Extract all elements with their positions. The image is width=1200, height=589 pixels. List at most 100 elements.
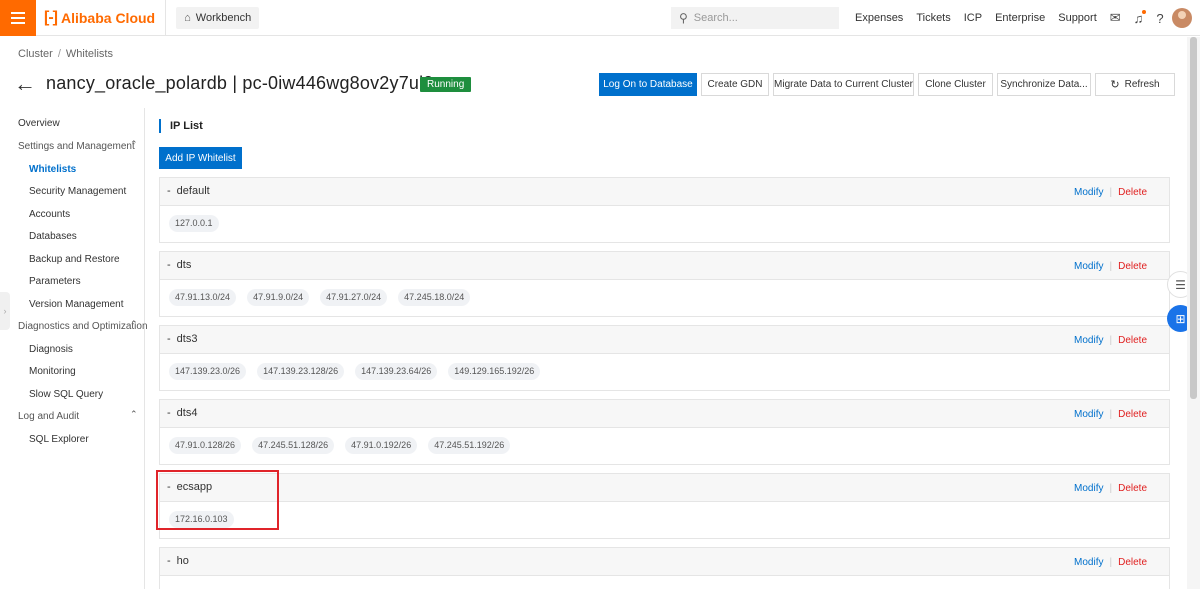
log-on-database-button[interactable]: Log On to Database — [599, 73, 697, 96]
header-actions: Log On to Database Create GDN Migrate Da… — [599, 73, 1179, 96]
ip-tag: 47.91.27.0/24 — [320, 289, 388, 306]
ip-tag: 47.245.51.128/26 — [252, 437, 335, 454]
ip-tag: 47.91.0.192/26 — [345, 437, 418, 454]
ip-tag-list: 47.91.13.0/24 47.91.9.0/24 47.91.27.0/24 47… — [169, 289, 481, 306]
brand-logo[interactable]: [-] Alibaba Cloud — [44, 0, 167, 36]
sidebar-item-slow-sql[interactable]: Slow SQL Query — [29, 389, 103, 400]
group-name[interactable]: - dts3 — [167, 333, 197, 345]
add-ip-whitelist-button[interactable]: Add IP Whitelist — [159, 147, 242, 169]
delete-link[interactable]: Delete — [1118, 335, 1147, 346]
sidebar-item-whitelists[interactable]: Whitelists — [29, 164, 76, 175]
ip-tag-list: 47.91.0.128/26 47.245.51.128/26 47.91.0.19… — [169, 437, 521, 454]
menu-icon[interactable] — [0, 0, 36, 36]
sidebar-group-log[interactable]: Log and Audit — [18, 411, 79, 422]
nav-enterprise[interactable]: Enterprise — [995, 12, 1045, 24]
modify-link[interactable]: Modify — [1074, 557, 1103, 568]
scrollbar-thumb[interactable] — [1190, 37, 1197, 399]
chevron-up-icon[interactable]: ⌃ — [130, 409, 138, 420]
sidebar-item-overview[interactable]: Overview — [18, 118, 60, 129]
breadcrumb-cluster[interactable]: Cluster — [18, 48, 53, 60]
modify-link[interactable]: Modify — [1074, 261, 1103, 272]
delete-link[interactable]: Delete — [1118, 187, 1147, 198]
nav-expenses[interactable]: Expenses — [855, 12, 903, 24]
search-input[interactable]: ⚲ Search... — [671, 7, 839, 29]
sidebar-item-version[interactable]: Version Management — [29, 299, 124, 310]
op-divider: | — [1109, 409, 1113, 420]
group-name-text: dts — [176, 259, 192, 271]
group-name[interactable]: - ecsapp — [167, 481, 212, 493]
group-name[interactable]: - dts4 — [167, 407, 197, 419]
sidebar-collapse-handle[interactable]: › — [0, 292, 10, 330]
chevron-up-icon[interactable]: ⌃ — [130, 319, 138, 330]
sidebar-item-diagnosis[interactable]: Diagnosis — [29, 344, 73, 355]
collapse-icon[interactable]: - — [167, 481, 171, 493]
sidebar-item-monitoring[interactable]: Monitoring — [29, 366, 76, 377]
notification-dot — [1142, 9, 1147, 14]
search-placeholder: Search... — [693, 12, 738, 24]
delete-link[interactable]: Delete — [1118, 409, 1147, 420]
modify-link[interactable]: Modify — [1074, 409, 1103, 420]
ip-tag: 47.91.0.128/26 — [169, 437, 242, 454]
whitelist-group: - dts Modify | Delete 47.91.13.0/24 47.91.9.0/… — [159, 251, 1170, 317]
brand-name: Alibaba Cloud — [60, 9, 156, 26]
clone-cluster-button[interactable]: Clone Cluster — [918, 73, 993, 96]
group-name-text: default — [176, 185, 210, 197]
avatar[interactable] — [1172, 8, 1192, 28]
group-body: 172.16.0.103 — [160, 502, 1169, 538]
group-body — [160, 576, 1169, 589]
collapse-icon[interactable]: - — [167, 555, 171, 567]
whitelist-group: - dts3 Modify | Delete 147.139.23.0/26 147.139… — [159, 325, 1170, 391]
delete-link[interactable]: Delete — [1118, 557, 1147, 568]
sidebar-group-settings[interactable]: Settings and Management — [18, 141, 135, 152]
ip-tag: 47.245.18.0/24 — [398, 289, 471, 306]
sidebar-group-diagnostics[interactable]: Diagnostics and Optimization — [18, 321, 148, 332]
nav-tickets[interactable]: Tickets — [916, 12, 950, 24]
group-name[interactable]: - dts — [167, 259, 191, 271]
sidebar-item-sql-explorer[interactable]: SQL Explorer — [29, 434, 89, 445]
ip-tag: 127.0.0.1 — [169, 215, 219, 232]
sidebar-item-backup[interactable]: Backup and Restore — [29, 254, 120, 265]
synchronize-data-button[interactable]: Synchronize Data... — [997, 73, 1091, 96]
nav-support[interactable]: Support — [1058, 12, 1097, 24]
group-operations: Modify | Delete — [1074, 409, 1147, 420]
group-body: 127.0.0.1 — [160, 206, 1169, 242]
ip-tag: 47.245.51.192/26 — [428, 437, 511, 454]
group-name[interactable]: - default — [167, 185, 210, 197]
section-title: IP List — [159, 119, 203, 133]
sidebar-item-parameters[interactable]: Parameters — [29, 276, 81, 287]
scrollbar[interactable] — [1187, 37, 1200, 589]
sidebar-item-security[interactable]: Security Management — [29, 186, 126, 197]
sidebar-item-accounts[interactable]: Accounts — [29, 209, 70, 220]
ip-tag: 149.129.165.192/26 — [448, 363, 541, 380]
back-arrow-icon[interactable]: ← — [14, 71, 36, 97]
collapse-icon[interactable]: - — [167, 185, 171, 197]
group-name-text: ho — [176, 555, 189, 567]
ip-tag: 147.139.23.128/26 — [257, 363, 345, 380]
create-gdn-button[interactable]: Create GDN — [701, 73, 769, 96]
modify-link[interactable]: Modify — [1074, 483, 1103, 494]
delete-link[interactable]: Delete — [1118, 261, 1147, 272]
ip-tag: 47.91.13.0/24 — [169, 289, 237, 306]
sidebar-item-databases[interactable]: Databases — [29, 231, 77, 242]
collapse-icon[interactable]: - — [167, 407, 171, 419]
help-icon[interactable]: ? — [1156, 11, 1163, 26]
group-header: - default Modify | Delete — [160, 178, 1169, 206]
refresh-button[interactable]: ↻ Refresh — [1095, 73, 1175, 96]
modify-link[interactable]: Modify — [1074, 187, 1103, 198]
collapse-icon[interactable]: - — [167, 259, 171, 271]
group-name[interactable]: - ho — [167, 555, 189, 567]
group-body: 47.91.13.0/24 47.91.9.0/24 47.91.27.0/24 47… — [160, 280, 1169, 316]
migrate-data-button[interactable]: Migrate Data to Current Cluster — [773, 73, 914, 96]
nav-icp[interactable]: ICP — [964, 12, 982, 24]
op-divider: | — [1109, 335, 1113, 346]
group-operations: Modify | Delete — [1074, 261, 1147, 272]
modify-link[interactable]: Modify — [1074, 335, 1103, 346]
delete-link[interactable]: Delete — [1118, 483, 1147, 494]
message-icon[interactable]: ✉ — [1110, 10, 1121, 26]
page-title: nancy_oracle_polardb | pc-0iw446wg8ov2y7… — [46, 73, 434, 93]
bell-icon[interactable]: ♫ — [1134, 9, 1147, 26]
workbench-button[interactable]: ⌂ Workbench — [176, 6, 260, 29]
op-divider: | — [1109, 557, 1113, 568]
chevron-up-icon[interactable]: ⌃ — [130, 139, 138, 150]
collapse-icon[interactable]: - — [167, 333, 171, 345]
